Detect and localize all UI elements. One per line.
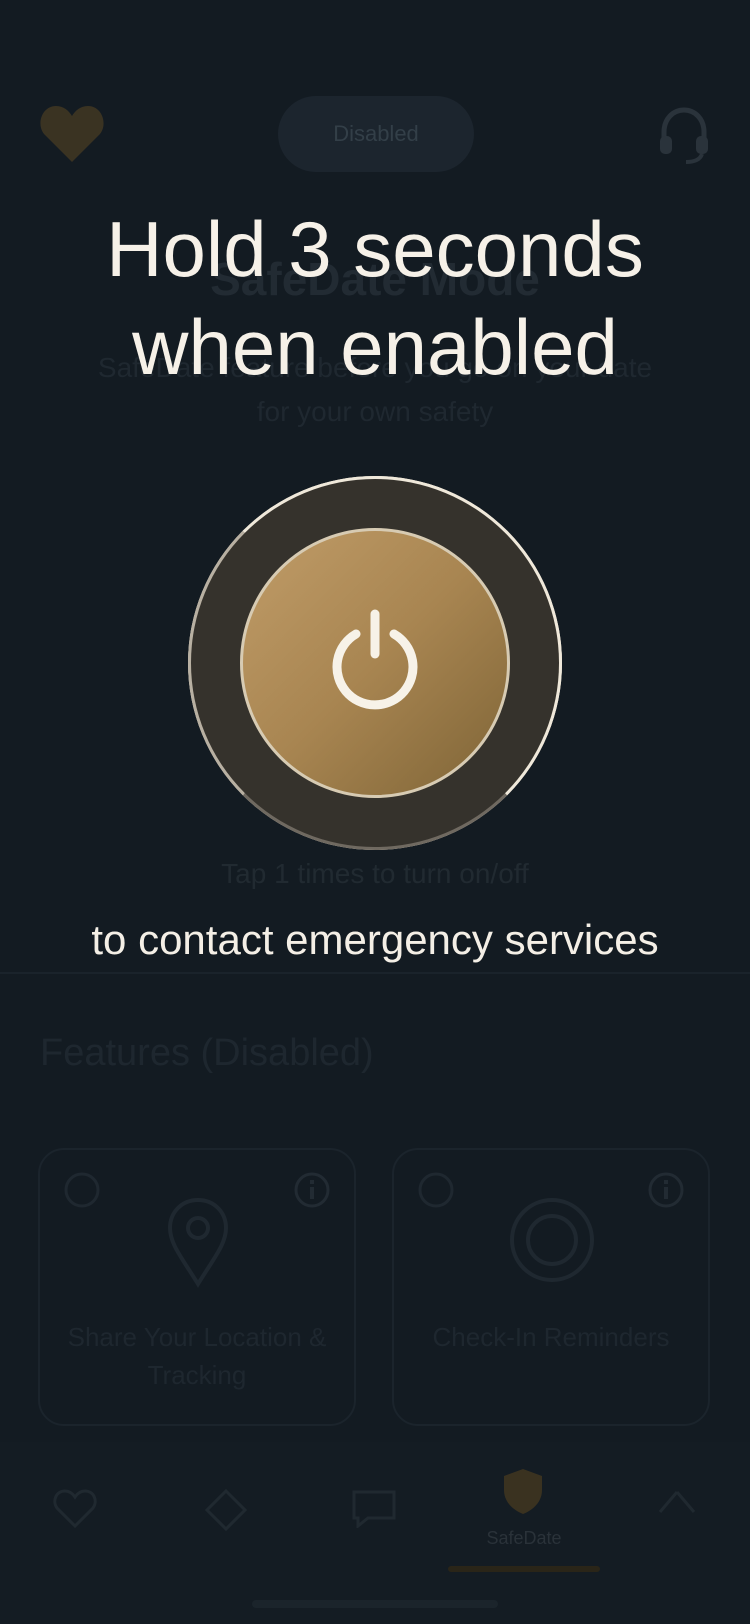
title-line-1: Hold 3 seconds: [106, 205, 644, 293]
divider: [0, 972, 750, 974]
tap-hint: Tap 1 times to turn on/off: [221, 858, 529, 889]
power-button-container: [188, 476, 562, 850]
feature-card-label: Share Your Location & Tracking: [67, 1322, 327, 1390]
hold-instruction-title: Hold 3 seconds when enabled: [0, 200, 750, 396]
status-pill[interactable]: Disabled: [278, 96, 474, 172]
target-icon: [510, 1198, 594, 1282]
circle-indicator-icon: [418, 1172, 454, 1208]
features-title: Features (Disabled): [40, 1032, 374, 1074]
info-icon[interactable]: [292, 1170, 332, 1210]
title-line-2: when enabled: [132, 303, 618, 391]
tab-profile-icon[interactable]: [654, 1488, 700, 1534]
tab-diamond-icon[interactable]: [204, 1488, 248, 1532]
active-tab-indicator: [448, 1566, 600, 1572]
heart-logo-icon[interactable]: [38, 102, 106, 166]
feature-card-checkin[interactable]: Check-In Reminders: [392, 1148, 710, 1426]
tab-shield-icon[interactable]: [500, 1466, 546, 1516]
home-indicator: [252, 1600, 498, 1608]
tab-safedate-label[interactable]: SafeDate: [448, 1528, 600, 1549]
circle-indicator-icon: [64, 1172, 100, 1208]
location-pin-icon: [167, 1197, 229, 1288]
power-button[interactable]: [240, 528, 510, 798]
power-icon: [332, 609, 418, 710]
info-icon[interactable]: [646, 1170, 686, 1210]
feature-card-label: Check-In Reminders: [432, 1322, 670, 1352]
headset-support-icon[interactable]: [656, 106, 712, 166]
feature-card-location[interactable]: Share Your Location & Tracking: [38, 1148, 356, 1426]
hold-instruction-caption: to contact emergency services: [91, 916, 659, 963]
bottom-tab-bar: [0, 1442, 750, 1624]
tab-heart-icon[interactable]: [52, 1488, 98, 1530]
tab-messages-icon[interactable]: [350, 1488, 398, 1528]
